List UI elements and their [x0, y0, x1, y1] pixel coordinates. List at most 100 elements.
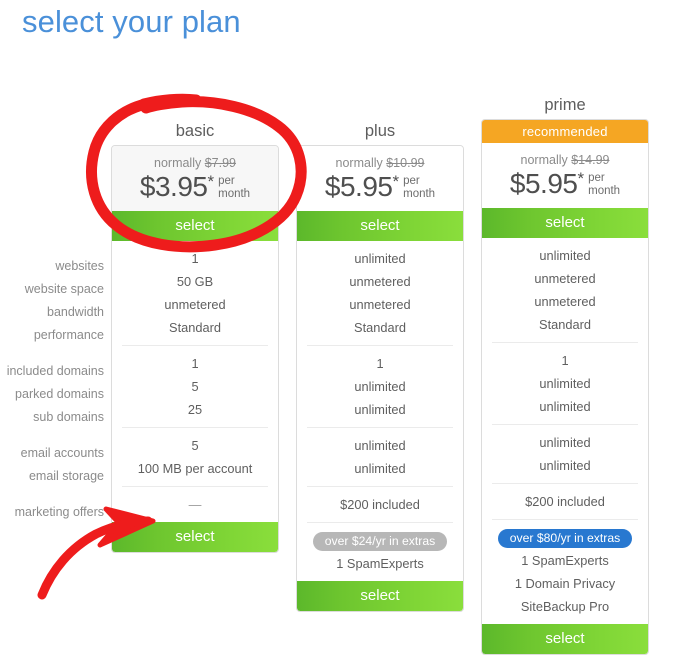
original-price: $10.99 — [386, 156, 425, 170]
plan-card-plus: normally $10.99 $5.95 * per month select … — [296, 145, 464, 612]
feature-value: Standard — [354, 320, 406, 335]
feature-value: 5 — [191, 379, 199, 394]
month-text: month — [588, 185, 621, 197]
feature-value: unmetered — [349, 274, 411, 289]
feature-value: 25 — [187, 402, 203, 417]
feature-value: 50 GB — [176, 274, 214, 289]
extras-badge-plus: over $24/yr in extras — [312, 532, 448, 551]
feature-value: unlimited — [539, 399, 591, 414]
feature-value: unlimited — [354, 251, 406, 266]
per-text: per — [403, 175, 420, 187]
price-box-plus: normally $10.99 $5.95 * per month — [297, 146, 463, 211]
price-amount-plus: $5.95 — [324, 171, 393, 202]
feature-label: marketing offers — [14, 505, 104, 519]
select-button-basic-top[interactable]: select — [112, 211, 278, 241]
feature-values-prime: unlimited unmetered unmetered Standard 1… — [482, 238, 648, 624]
price-asterisk-plus: * — [392, 172, 400, 191]
feature-value: 100 MB per account — [137, 461, 253, 476]
feature-value: $200 included — [340, 497, 420, 512]
plan-card-basic: normally $7.99 $3.95 * per month select 1… — [111, 145, 279, 553]
select-button-plus-bottom[interactable]: select — [297, 581, 463, 611]
feature-value: unlimited — [354, 402, 406, 417]
feature-label: performance — [33, 328, 104, 342]
feature-value: unmetered — [534, 294, 596, 309]
plan-name-prime: prime — [544, 96, 586, 114]
select-button-plus-top[interactable]: select — [297, 211, 463, 241]
price-asterisk-prime: * — [577, 169, 585, 188]
price-box-prime: normally $14.99 $5.95 * per month — [482, 143, 648, 208]
feature-value: unmetered — [534, 271, 596, 286]
feature-group: $200 included — [307, 486, 453, 522]
feature-label: websites — [55, 259, 104, 273]
month-text: month — [218, 188, 251, 200]
price-row-prime: $5.95 * per month — [482, 169, 648, 199]
per-text: per — [588, 172, 605, 184]
annotation-circle-tail — [138, 93, 202, 110]
extra-item: SiteBackup Pro — [520, 599, 610, 614]
normally-price-plus: normally $10.99 — [297, 155, 463, 171]
feature-label: email accounts — [20, 446, 104, 460]
extras-group: over $24/yr in extras 1 SpamExperts — [307, 522, 453, 581]
plan-name-basic: basic — [175, 122, 215, 140]
plan-column-basic: basic normally $7.99 $3.95 * per month se… — [111, 120, 279, 553]
plan-column-prime: prime recommended normally $14.99 $5.95 … — [481, 94, 649, 655]
select-button-prime-bottom[interactable]: select — [482, 624, 648, 654]
plan-name-plus: plus — [364, 122, 396, 140]
normally-price-prime: normally $14.99 — [482, 152, 648, 168]
price-period-prime: per month — [588, 172, 620, 198]
feature-group: unlimited unlimited — [492, 424, 638, 483]
feature-value: 1 — [191, 251, 199, 266]
extras-group: over $80/yr in extras 1 SpamExperts 1 Do… — [492, 519, 638, 624]
feature-label: bandwidth — [47, 305, 104, 319]
feature-group: — — [122, 486, 268, 522]
feature-group: 1 unlimited unlimited — [492, 342, 638, 424]
plan-column-plus: plus normally $10.99 $5.95 * per month se… — [296, 120, 464, 612]
month-text: month — [403, 188, 436, 200]
price-row-plus: $5.95 * per month — [297, 172, 463, 202]
feature-value: unlimited — [354, 461, 406, 476]
price-amount-prime: $5.95 — [509, 168, 578, 199]
feature-value: unlimited — [354, 379, 406, 394]
feature-label: sub domains — [33, 410, 104, 424]
feature-value: unlimited — [539, 435, 591, 450]
feature-value: Standard — [539, 317, 591, 332]
extra-item: 1 SpamExperts — [521, 553, 609, 568]
feature-group: unlimited unmetered unmetered Standard — [297, 241, 463, 345]
feature-value: 5 — [191, 438, 199, 453]
feature-value: $200 included — [525, 494, 605, 509]
feature-group: 1 5 25 — [122, 345, 268, 427]
feature-values-basic: 1 50 GB unmetered Standard 1 5 25 5 100 … — [112, 241, 278, 522]
feature-value: unlimited — [539, 376, 591, 391]
select-button-basic-bottom[interactable]: select — [112, 522, 278, 552]
extras-pill-row-prime: over $80/yr in extras — [492, 526, 638, 549]
feature-value: unmetered — [349, 297, 411, 312]
feature-value: 1 — [561, 353, 569, 368]
feature-value: Standard — [169, 320, 221, 335]
select-button-prime-top[interactable]: select — [482, 208, 648, 238]
feature-label: parked domains — [15, 387, 104, 401]
original-price: $14.99 — [571, 153, 610, 167]
feature-group: 1 50 GB unmetered Standard — [112, 241, 278, 345]
extras-badge-prime: over $80/yr in extras — [497, 529, 633, 548]
normally-prefix: normally — [335, 156, 387, 170]
feature-value: unlimited — [354, 438, 406, 453]
feature-value: unmetered — [164, 297, 226, 312]
price-asterisk-basic: * — [207, 172, 215, 191]
per-text: per — [218, 175, 235, 187]
plan-card-prime: recommended normally $14.99 $5.95 * per m… — [481, 119, 649, 655]
recommended-ribbon: recommended — [482, 120, 648, 143]
price-period-plus: per month — [403, 175, 435, 201]
price-box-basic: normally $7.99 $3.95 * per month — [112, 146, 278, 211]
feature-value: — — [188, 497, 202, 512]
page-title: select your plan — [22, 4, 241, 39]
price-row-basic: $3.95 * per month — [112, 172, 278, 202]
extras-pill-row-plus: over $24/yr in extras — [307, 529, 453, 552]
feature-group: unlimited unmetered unmetered Standard — [482, 238, 648, 342]
feature-group: 1 unlimited unlimited — [307, 345, 453, 427]
normally-price-basic: normally $7.99 — [112, 155, 278, 171]
feature-label-column: websites website space bandwidth perform… — [0, 255, 104, 524]
feature-value: unlimited — [539, 458, 591, 473]
normally-prefix: normally — [520, 153, 572, 167]
feature-group: $200 included — [492, 483, 638, 519]
feature-value: 1 — [191, 356, 199, 371]
